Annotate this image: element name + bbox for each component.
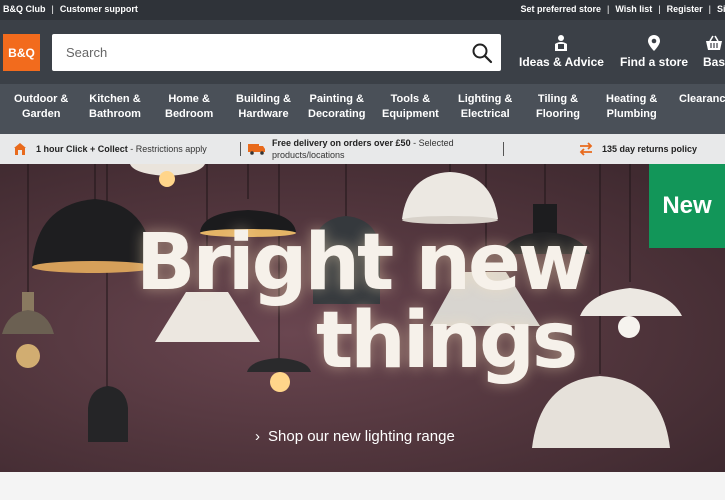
nav-label: Equipment (382, 108, 439, 120)
nav-label: Home & (168, 93, 210, 105)
separator: | (708, 4, 711, 14)
find-store-link[interactable]: Find a store (620, 34, 688, 69)
nav-label: Clearance (679, 93, 725, 105)
shop-lighting-link[interactable]: › Shop our new lighting range (255, 428, 455, 445)
ideas-advice-link[interactable]: Ideas & Advice (519, 34, 604, 69)
nav-item-tiling-flooring[interactable]: Tiling & Flooring (536, 92, 580, 122)
separator: | (607, 4, 610, 14)
nav-item-lighting-electrical[interactable]: Lighting & Electrical (458, 92, 512, 122)
nav-label: Painting & (309, 93, 364, 105)
ideas-advice-icon (555, 35, 568, 51)
nav-label: Tools & (390, 93, 431, 105)
hero-headline-line1: Bright new (136, 218, 590, 308)
returns-arrows-icon (579, 142, 593, 156)
delivery-note: - Selected (410, 138, 454, 148)
nav-item-clearance[interactable]: Clearance (679, 92, 725, 107)
basket-label: Bas (703, 55, 725, 69)
set-preferred-store-link[interactable]: Set preferred store (520, 4, 601, 14)
register-link[interactable]: Register (667, 4, 703, 14)
search-icon[interactable] (471, 42, 493, 64)
location-pin-icon (648, 35, 660, 51)
basket-icon (706, 35, 722, 50)
wishlist-link[interactable]: Wish list (615, 4, 652, 14)
returns-info[interactable]: 135 day returns policy (578, 134, 697, 164)
divider (240, 142, 241, 156)
nav-label: Lighting & (458, 93, 513, 105)
bq-logo[interactable]: B&Q (3, 34, 40, 71)
nav-label: Outdoor & (14, 93, 69, 105)
hero-banner[interactable]: New Bright new things › Shop our new ligh… (0, 164, 725, 472)
signin-link[interactable]: Sig (717, 4, 725, 14)
delivery-truck-icon (248, 144, 265, 155)
nav-item-heating-plumbing[interactable]: Heating & Plumbing (606, 92, 657, 122)
nav-item-tools-equipment[interactable]: Tools & Equipment (382, 92, 439, 122)
ideas-advice-label: Ideas & Advice (519, 55, 604, 69)
hero-headline-line2: things (316, 296, 578, 386)
delivery-note-2: products/locations (272, 150, 345, 160)
customer-support-link[interactable]: Customer support (60, 4, 138, 14)
nav-label: Bathroom (89, 108, 141, 120)
nav-item-outdoor-garden[interactable]: Outdoor & Garden (14, 92, 68, 122)
separator: | (51, 4, 54, 14)
divider (503, 142, 504, 156)
nav-label: Plumbing (606, 108, 657, 120)
bq-club-link[interactable]: B&Q Club (3, 4, 46, 14)
chevron-right-icon: › (255, 428, 260, 445)
nav-label: Electrical (460, 108, 510, 120)
nav-label: Kitchen & (89, 93, 141, 105)
utility-bar: B&Q Club | Customer support Set preferre… (0, 0, 725, 20)
delivery-title: Free delivery on orders over £50 (272, 138, 411, 148)
nav-label: Bedroom (165, 108, 214, 120)
nav-item-home-bedroom[interactable]: Home & Bedroom (165, 92, 213, 122)
search-input[interactable] (52, 34, 462, 71)
click-collect-note: - Restrictions apply (127, 144, 207, 154)
nav-item-painting-decorating[interactable]: Painting & Decorating (308, 92, 365, 122)
nav-label: Building & (236, 93, 291, 105)
separator: | (658, 4, 661, 14)
nav-label: Heating & (606, 93, 658, 105)
new-badge: New (649, 164, 725, 248)
benefits-bar: 1 hour Click + Collect - Restrictions ap… (0, 134, 725, 164)
nav-item-kitchen-bathroom[interactable]: Kitchen & Bathroom (89, 92, 141, 122)
nav-label: Flooring (536, 108, 580, 120)
returns-label: 135 day returns policy (602, 144, 698, 154)
click-collect-title: 1 hour Click + Collect (36, 144, 128, 154)
shop-lighting-label: Shop our new lighting range (268, 428, 455, 445)
basket-link[interactable]: Bas (703, 34, 725, 69)
click-collect-info[interactable]: 1 hour Click + Collect - Restrictions ap… (12, 134, 207, 164)
nav-label: Decorating (308, 108, 366, 120)
site-header: B&Q Ideas & Advice Find a store Ba (0, 20, 725, 84)
delivery-info[interactable]: Free delivery on orders over £50 - Selec… (248, 134, 454, 164)
main-navigation: Outdoor & Garden Kitchen & Bathroom Home… (0, 84, 725, 134)
content-area (0, 472, 725, 500)
nav-label: Tiling & (537, 93, 579, 105)
search-bar (52, 34, 501, 71)
hero-headline: Bright new things (136, 224, 616, 380)
nav-label: Garden (21, 108, 61, 120)
nav-item-building-hardware[interactable]: Building & Hardware (236, 92, 291, 122)
find-store-label: Find a store (620, 55, 689, 69)
click-collect-icon (14, 143, 26, 155)
nav-label: Hardware (238, 108, 289, 120)
